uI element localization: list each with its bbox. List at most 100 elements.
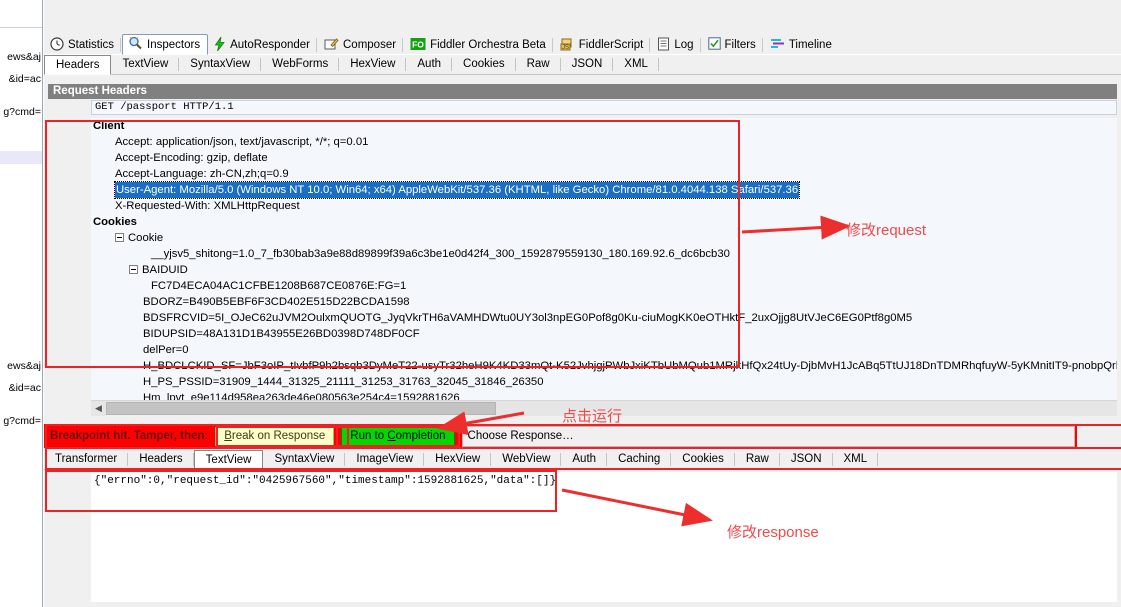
tab-req-hexview-label: HexView: [350, 58, 396, 70]
session-row[interactable]: g?cmd=: [0, 415, 42, 428]
cookie-row-bidupsid[interactable]: BIDUPSID=48A131D1B43955E26BD0398D748DF0C…: [91, 326, 1117, 342]
tab-divider: [551, 38, 553, 52]
tab-resp-xml[interactable]: XML: [833, 450, 879, 469]
tab-resp-auth[interactable]: Auth: [561, 450, 608, 469]
break-on-response-button[interactable]: Break on Response: [215, 426, 335, 446]
log-icon: [657, 37, 670, 54]
session-row[interactable]: &id=ac: [0, 382, 42, 395]
response-body-textview[interactable]: {"errno":0,"request_id":"0425967560","ti…: [91, 472, 1117, 602]
session-row[interactable]: &id=ac: [0, 73, 42, 86]
tab-req-syntaxview-label: SyntaxView: [190, 58, 251, 70]
header-row-user-agent[interactable]: User-Agent: Mozilla/5.0 (Windows NT 10.0…: [91, 181, 1117, 199]
session-row[interactable]: g?cmd=: [0, 106, 42, 119]
tab-req-webforms[interactable]: WebForms: [261, 55, 340, 74]
collapse-toggle-icon[interactable]: [115, 232, 124, 242]
cookie-row-baiduid-value[interactable]: FC7D4ECA04AC1CFBE1208B687CE0876E:FG=1: [91, 278, 1117, 294]
tab-req-syntaxview[interactable]: SyntaxView: [179, 55, 262, 74]
checkbox-icon: [707, 37, 721, 53]
collapse-toggle-icon[interactable]: [129, 264, 138, 274]
header-row-user-agent-value: User-Agent: Mozilla/5.0 (Windows NT 10.0…: [113, 181, 801, 199]
js-script-icon: JS: [560, 37, 575, 54]
tab-resp-headers[interactable]: Headers: [128, 450, 194, 469]
tab-statistics[interactable]: Statistics: [44, 34, 123, 55]
tab-resp-textview-label: TextView: [205, 453, 252, 466]
tab-composer[interactable]: Composer: [318, 34, 405, 55]
annotation-label-modify-response: 修改response: [727, 524, 819, 541]
fiddler-window: ews&aj &id=ac g?cmd= ews&aj &id=ac g?cmd…: [0, 0, 1121, 607]
tab-resp-cookies[interactable]: Cookies: [671, 450, 735, 469]
choose-response-field[interactable]: Choose Response…: [461, 425, 1075, 447]
tab-filters-label: Filters: [724, 39, 756, 51]
cookie-row-h-ps-pssid[interactable]: H_PS_PSSID=31909_1444_31325_21111_31253_…: [91, 374, 1117, 390]
inspector-panel: Statistics Inspectors AutoResponder Comp…: [44, 0, 1121, 607]
svg-text:FO: FO: [412, 39, 424, 49]
tab-req-json[interactable]: JSON: [561, 55, 614, 74]
response-inspector-tabs[interactable]: Transformer Headers TextView SyntaxView …: [44, 449, 1121, 470]
header-row-accept[interactable]: Accept: application/json, text/javascrip…: [91, 134, 1117, 150]
tab-divider: [761, 38, 763, 52]
tab-log[interactable]: Log: [651, 34, 702, 55]
tab-resp-syntaxview[interactable]: SyntaxView: [263, 450, 346, 469]
tab-req-hexview[interactable]: HexView: [339, 55, 407, 74]
session-list-strip[interactable]: ews&aj &id=ac g?cmd= ews&aj &id=ac g?cmd…: [0, 0, 43, 607]
tab-resp-json[interactable]: JSON: [780, 450, 833, 469]
header-row-cookie-label: Cookie: [128, 232, 164, 244]
timeline-icon: [770, 37, 785, 53]
session-row[interactable]: ews&aj: [0, 51, 42, 64]
cookie-row-hm-lpvt[interactable]: Hm_lpvt_e9e114d958ea263de46e080563e254c4…: [91, 390, 1117, 400]
session-row-selected[interactable]: [0, 151, 42, 164]
cookie-row-yjsv5-shitong[interactable]: __yjsv5_shitong=1.0_7_fb30bab3a9e88d8989…: [91, 246, 1117, 262]
tab-resp-caching[interactable]: Caching: [607, 450, 672, 469]
run-to-completion-button[interactable]: Run to Completion: [341, 426, 455, 446]
inspector-toolbar-tabs[interactable]: Statistics Inspectors AutoResponder Comp…: [44, 33, 1121, 55]
tab-req-cookies-label: Cookies: [463, 58, 505, 70]
tab-req-headers[interactable]: Headers: [44, 54, 112, 75]
header-row-cookie[interactable]: Cookie: [91, 230, 1117, 246]
tab-resp-webview-label: WebView: [502, 453, 551, 465]
tab-timeline[interactable]: Timeline: [763, 34, 840, 55]
session-row[interactable]: ews&aj: [0, 360, 42, 373]
tab-req-textview[interactable]: TextView: [111, 55, 180, 74]
request-inspector-tabs[interactable]: Headers TextView SyntaxView WebForms Hex…: [44, 54, 1121, 75]
magnifier-icon: [128, 36, 143, 53]
tab-fiddlerscript-label: FiddlerScript: [578, 39, 644, 51]
tab-req-cookies[interactable]: Cookies: [452, 55, 516, 74]
tab-resp-hexview[interactable]: HexView: [424, 450, 492, 469]
request-headers-title: Request Headers: [48, 84, 1117, 99]
tab-req-textview-label: TextView: [122, 58, 169, 70]
tab-resp-xml-label: XML: [843, 453, 868, 465]
tab-req-raw[interactable]: Raw: [516, 55, 561, 74]
tab-filters[interactable]: Filters: [701, 34, 764, 55]
tab-resp-webview[interactable]: WebView: [491, 450, 562, 469]
tab-fiddler-orchestra[interactable]: FO Fiddler Orchestra Beta: [404, 34, 554, 55]
tab-autoresponder[interactable]: AutoResponder: [208, 34, 318, 55]
tab-req-auth[interactable]: Auth: [406, 55, 453, 74]
cookie-row-bdorz[interactable]: BDORZ=B490B5EBF6F3CD402E515D22BCDA1598: [91, 294, 1117, 310]
session-list-header: [0, 0, 42, 28]
tab-req-xml[interactable]: XML: [613, 55, 659, 74]
header-row-accept-language[interactable]: Accept-Language: zh-CN,zh;q=0.9: [91, 166, 1117, 182]
tab-resp-cookies-label: Cookies: [682, 453, 724, 465]
tab-fiddlerscript[interactable]: JS FiddlerScript: [553, 34, 652, 55]
request-headers-tree[interactable]: Client Accept: application/json, text/ja…: [91, 118, 1117, 400]
clock-icon: [50, 36, 64, 54]
cookie-row-delper[interactable]: delPer=0: [91, 342, 1117, 358]
tab-inspectors[interactable]: Inspectors: [122, 34, 209, 55]
scrollbar-thumb[interactable]: [106, 401, 496, 415]
tab-resp-textview[interactable]: TextView: [193, 449, 264, 470]
request-line[interactable]: GET /passport HTTP/1.1: [91, 100, 1117, 115]
tab-resp-imageview[interactable]: ImageView: [345, 450, 425, 469]
header-row-accept-encoding[interactable]: Accept-Encoding: gzip, deflate: [91, 150, 1117, 166]
scroll-left-icon[interactable]: ◀: [91, 400, 106, 416]
cookie-row-bdsfrcvid[interactable]: BDSFRCVID=5I_OJeC62uJVM2OulxmQUOTG_JyqVk…: [91, 310, 1117, 326]
cookie-row-baiduid-label: BAIDUID: [142, 264, 188, 276]
header-row-x-requested-with[interactable]: X-Requested-With: XMLHttpRequest: [91, 198, 1117, 214]
tab-resp-auth-label: Auth: [572, 453, 597, 465]
cookie-row-baiduid[interactable]: BAIDUID: [91, 262, 1117, 278]
tab-req-json-label: JSON: [571, 58, 603, 70]
tab-resp-transformer[interactable]: Transformer: [44, 450, 129, 469]
tab-resp-raw[interactable]: Raw: [735, 450, 780, 469]
tab-resp-json-label: JSON: [790, 453, 822, 465]
cookie-row-h-bdclckid-sf[interactable]: H_BDCLCKID_SF=JbF3oIP_tIvbfP9h2bsqb3DyMe…: [91, 358, 1117, 374]
breakpoint-message: Breakpoint hit. Tamper, then:: [50, 430, 209, 442]
